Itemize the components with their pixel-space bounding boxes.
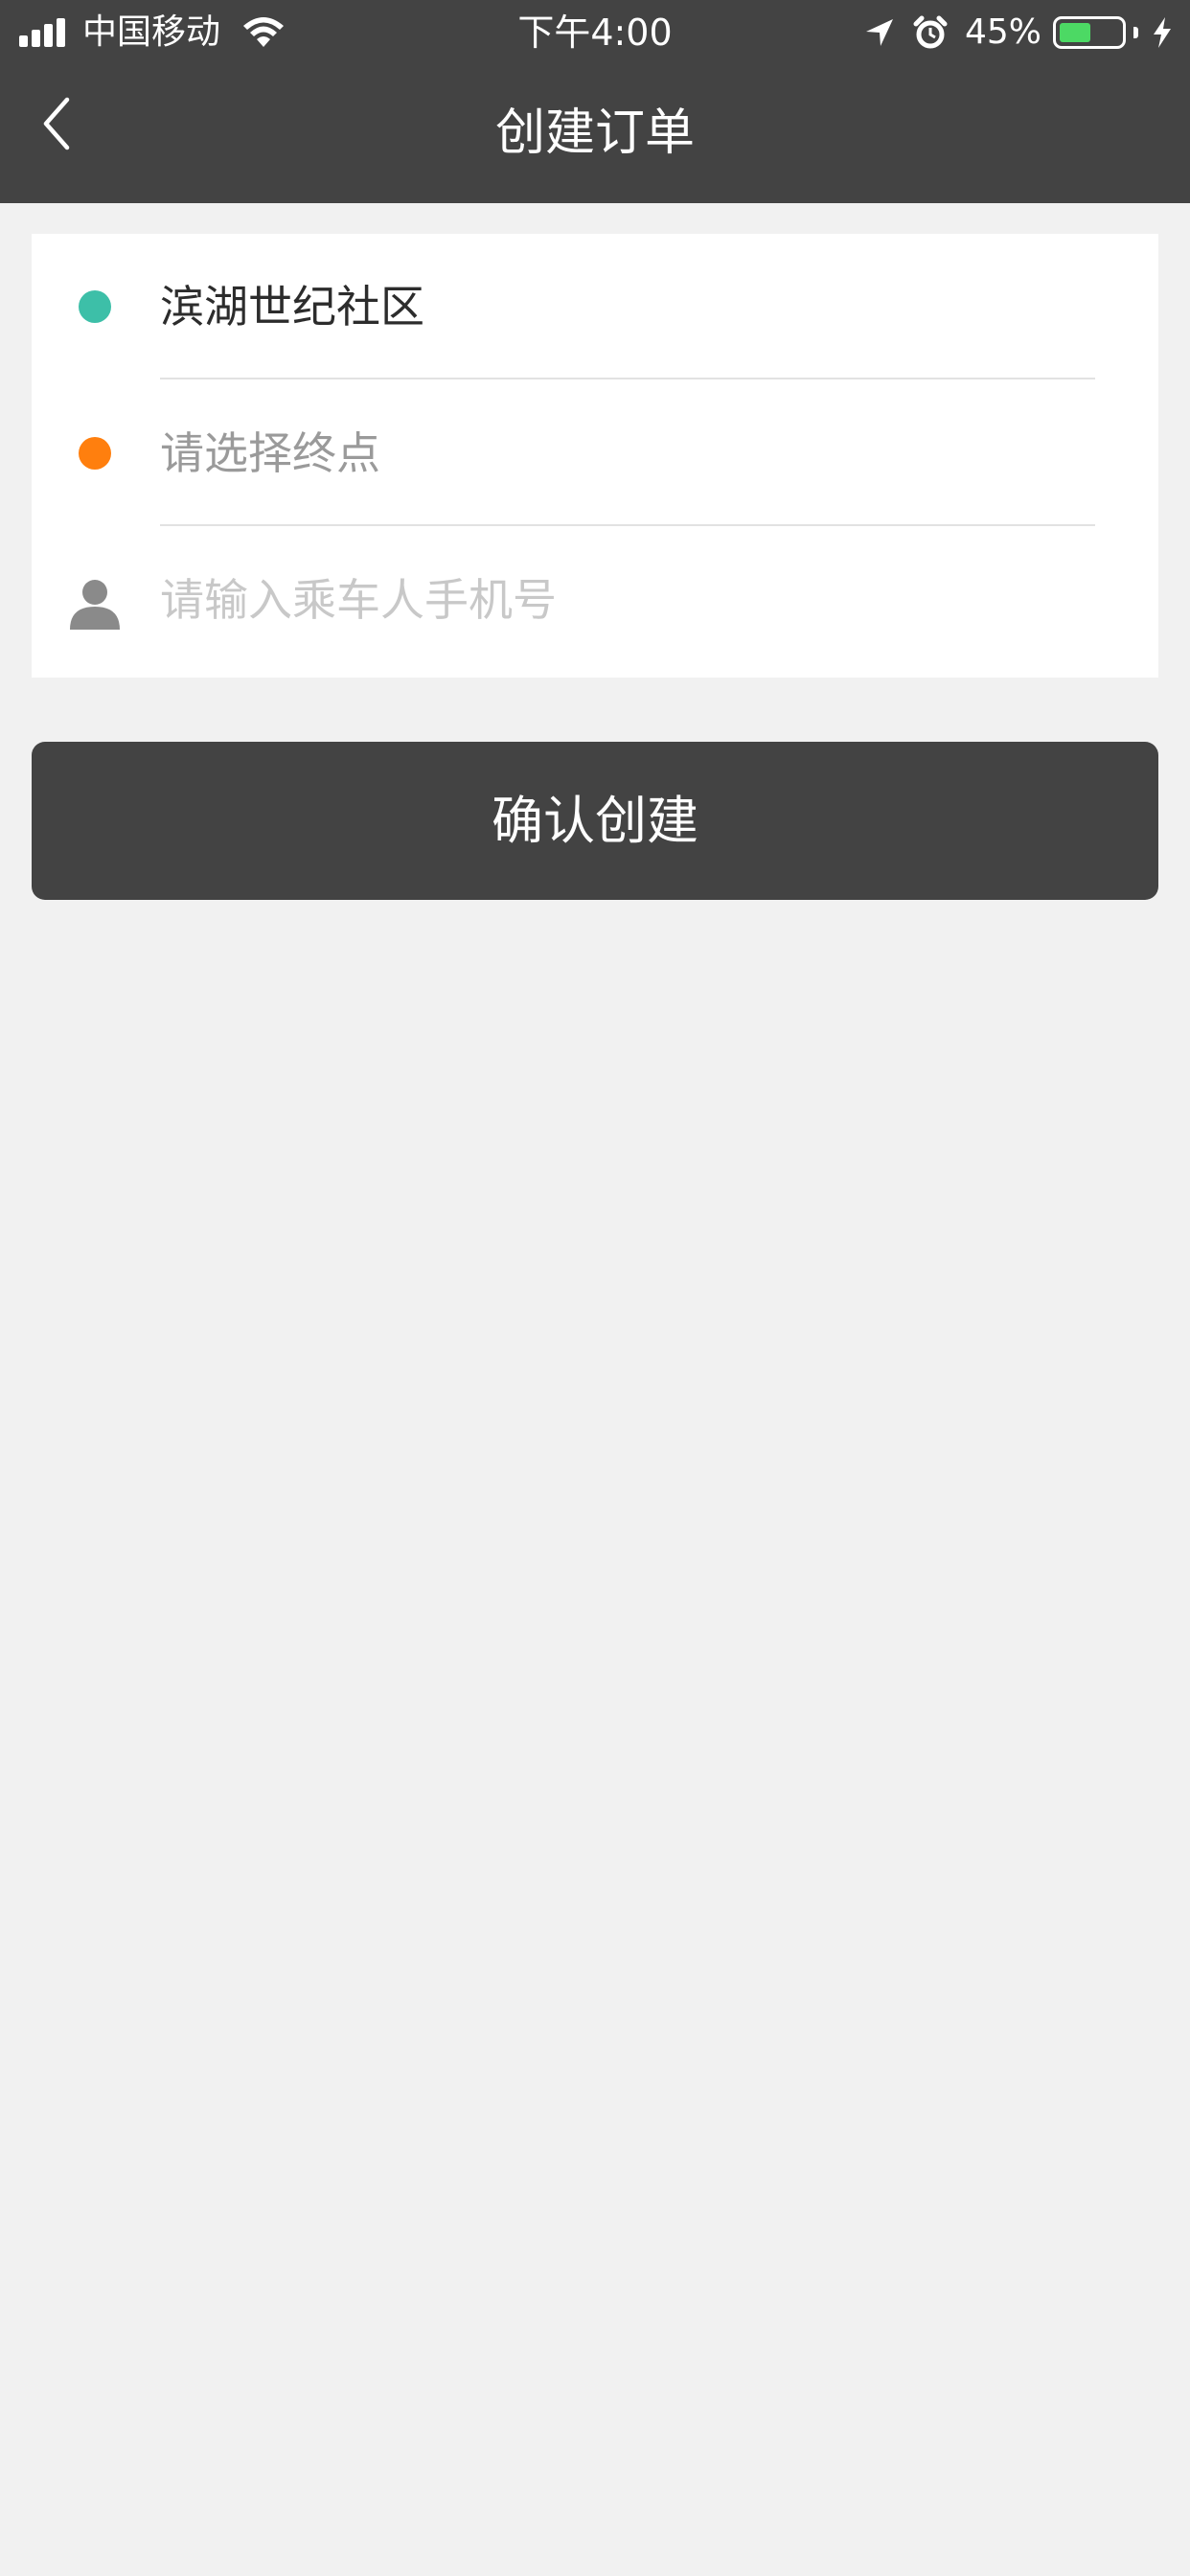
alarm-clock-icon xyxy=(913,15,948,49)
start-dot-icon xyxy=(79,290,111,323)
divider xyxy=(160,378,1095,380)
end-location-placeholder: 请选择终点 xyxy=(160,427,380,479)
start-location-row[interactable]: 滨湖世纪社区 xyxy=(32,234,1158,380)
divider xyxy=(160,524,1095,526)
user-icon xyxy=(70,580,120,630)
charging-bolt-icon xyxy=(1154,17,1171,48)
location-arrow-icon xyxy=(865,19,893,46)
phone-input[interactable]: 请输入乘车人手机号 xyxy=(160,569,557,631)
status-right: 45% xyxy=(863,10,1173,56)
end-location-row[interactable]: 请选择终点 xyxy=(32,380,1158,526)
battery-cap xyxy=(1133,27,1138,38)
phone-input-row[interactable]: 请输入乘车人手机号 xyxy=(32,527,1158,673)
confirm-create-button[interactable]: 确认创建 xyxy=(32,742,1158,900)
battery-icon xyxy=(1053,16,1126,49)
battery-level-fill xyxy=(1060,23,1090,42)
start-location-value: 滨湖世纪社区 xyxy=(160,281,424,333)
page-title: 创建订单 xyxy=(494,104,695,162)
header: 中国移动 下午4:00 45% 创建订单 xyxy=(0,0,1190,203)
end-dot-icon xyxy=(79,437,111,470)
order-form: 滨湖世纪社区 请选择终点 请输入乘车人手机号 xyxy=(32,234,1158,678)
status-bar: 中国移动 下午4:00 45% xyxy=(0,0,1190,63)
battery-percent: 45% xyxy=(964,12,1041,52)
